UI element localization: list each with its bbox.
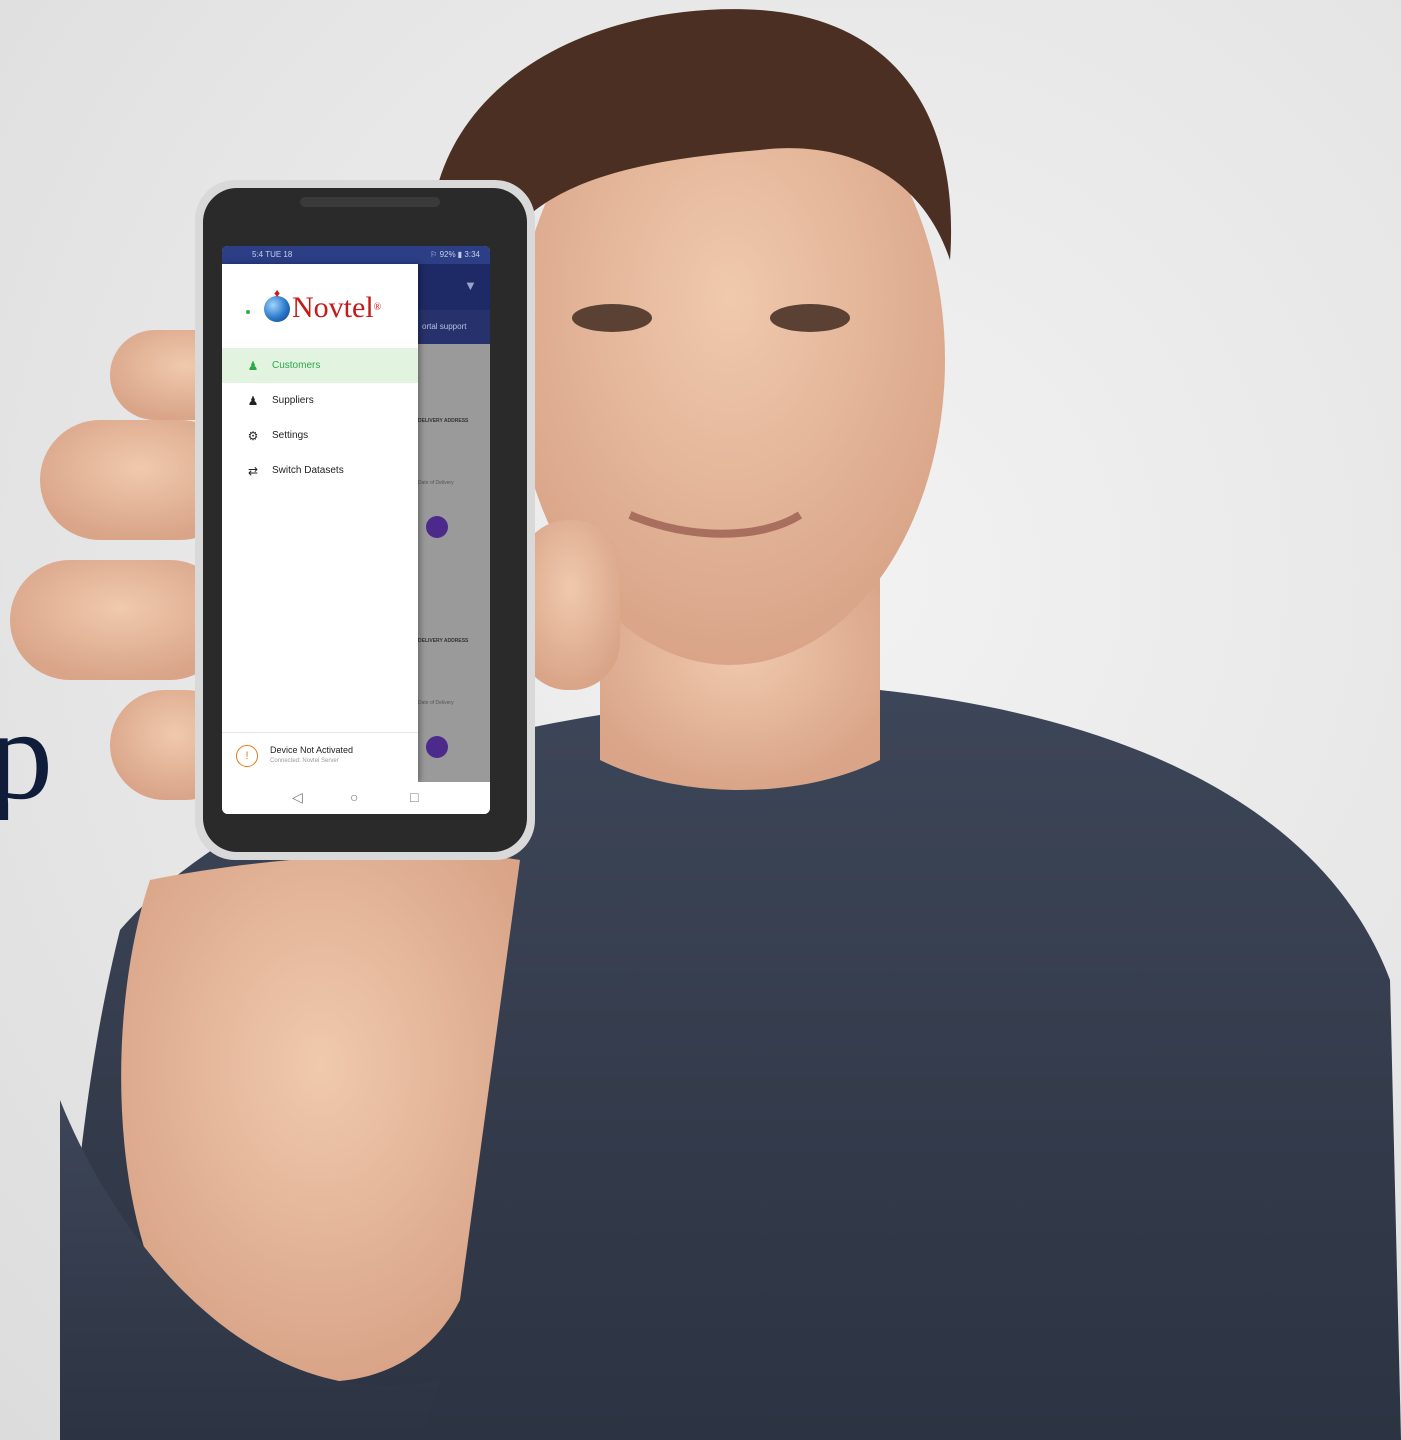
navigation-drawer: ♦ Novtel® ♟ Customers ♟ Suppliers ⚙ Sett… xyxy=(222,264,418,782)
order-card[interactable]: DELIVERY ADDRESS Date of Delivery xyxy=(418,638,490,758)
menu-item-label: Customers xyxy=(272,360,321,371)
logo-wordmark: Novtel® xyxy=(292,292,381,324)
menu-item-label: Switch Datasets xyxy=(272,465,344,476)
chat-fab-icon[interactable] xyxy=(426,736,448,758)
logo-text: Novtel xyxy=(292,291,374,324)
home-icon[interactable]: ○ xyxy=(350,789,358,805)
device-status-subtitle: Connected: Novtel Server xyxy=(270,758,339,764)
menu-item-suppliers[interactable]: ♟ Suppliers xyxy=(222,383,418,418)
card-footer: Date of Delivery xyxy=(418,480,454,486)
phone-screen: 5:4 TUE 18 ⚐ 92% ▮ 3:34 ▼ ortal support … xyxy=(222,246,490,814)
order-card[interactable]: DELIVERY ADDRESS Date of Delivery xyxy=(418,418,490,538)
tab-label[interactable]: ortal support xyxy=(422,322,466,331)
menu-item-label: Suppliers xyxy=(272,395,314,406)
menu-item-label: Settings xyxy=(272,430,309,441)
menu-item-switch-datasets[interactable]: ⇄ Switch Datasets xyxy=(222,453,418,488)
menu-item-settings[interactable]: ⚙ Settings xyxy=(222,418,418,453)
card-footer: Date of Delivery xyxy=(418,700,454,706)
flame-icon: ♦ xyxy=(274,286,281,300)
card-heading: DELIVERY ADDRESS xyxy=(418,418,469,424)
menu-item-customers[interactable]: ♟ Customers xyxy=(222,348,418,383)
drawer-menu: ♟ Customers ♟ Suppliers ⚙ Settings ⇄ Swi… xyxy=(222,348,418,488)
device-status[interactable]: ! Device Not Activated Connected: Novtel… xyxy=(222,732,418,783)
device-status-title: Device Not Activated xyxy=(270,745,354,755)
warning-icon: ! xyxy=(236,745,258,767)
chat-fab-icon[interactable] xyxy=(426,516,448,538)
android-nav-bar: ◁ ○ □ xyxy=(222,782,490,814)
photo-stage: p 5:4 TUE 18 ⚐ 92% ▮ 3:34 ▼ ortal suppor… xyxy=(0,0,1401,1440)
person-tie-icon: ♟ xyxy=(247,393,259,408)
swap-icon: ⇄ xyxy=(247,463,259,478)
recent-apps-icon[interactable]: □ xyxy=(410,789,418,805)
status-icons: ⚐ 92% ▮ 3:34 xyxy=(430,250,480,259)
filter-icon[interactable]: ▼ xyxy=(464,278,478,293)
person-icon: ♟ xyxy=(247,358,259,373)
gear-icon: ⚙ xyxy=(247,428,259,443)
card-heading: DELIVERY ADDRESS xyxy=(418,638,469,644)
status-dot xyxy=(246,310,250,314)
novtel-logo: ♦ Novtel® xyxy=(244,286,404,326)
status-bar: 5:4 TUE 18 ⚐ 92% ▮ 3:34 xyxy=(222,246,490,264)
back-icon[interactable]: ◁ xyxy=(292,789,303,806)
person-photo xyxy=(10,9,1401,1440)
headline-fragment: p xyxy=(0,690,53,820)
status-time: 5:4 TUE 18 xyxy=(252,250,293,259)
logo-registered-mark: ® xyxy=(373,302,382,313)
